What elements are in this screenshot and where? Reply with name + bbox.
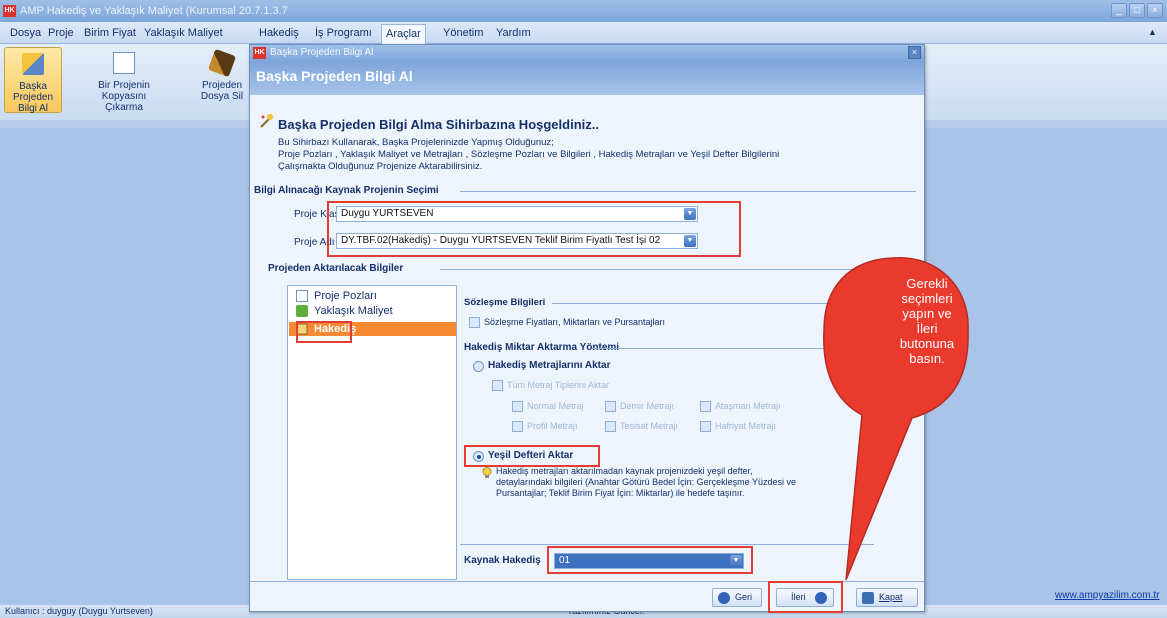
minimize-button[interactable]: _ (1111, 3, 1127, 18)
ribbon-label: Bilgi Al (17, 103, 48, 114)
highlight-box-hakedis (296, 321, 352, 343)
callout-line: İleri (916, 321, 938, 336)
welcome-description: Bu Sihirbazı Kullanarak, Başka Projeleri… (278, 137, 878, 173)
demir-metraj-label: Demir Metrajı (620, 401, 675, 411)
profil-metraj-checkbox[interactable] (512, 421, 523, 432)
menu-proje[interactable]: Proje (44, 22, 78, 44)
close-button-label: Kapat (879, 592, 903, 602)
highlight-box-yesil-defter (464, 445, 600, 467)
tesisat-metraj-label: Tesisat Metrajı (620, 421, 679, 431)
desc-line: Bu Sihirbazı Kullanarak, Başka Projeleri… (278, 137, 554, 148)
status-user: Kullanıcı : duyguy (Duygu Yurtseven) (5, 606, 153, 616)
highlight-box-source-hakedis (547, 546, 753, 574)
menu-bar: Dosya Proje Birim Fiyat Yaklaşık Maliyet… (0, 22, 1167, 45)
callout-line: yapın ve (902, 306, 952, 321)
ribbon-label: Projeden (201, 80, 243, 91)
demir-metraj-checkbox[interactable] (605, 401, 616, 412)
atasman-metraj-checkbox[interactable] (700, 401, 711, 412)
lightbulb-icon (482, 467, 492, 479)
close-dialog-button[interactable]: Kapat (856, 588, 918, 607)
contract-title: Sözleşme Bilgileri (464, 297, 546, 308)
ribbon-label: Kopyasını Çıkarma (101, 91, 147, 113)
callout-text: Gerekli seçimleri yapın ve İleri butonun… (887, 276, 967, 366)
menu-yaklasik-maliyet[interactable]: Yaklaşık Maliyet (140, 22, 227, 44)
profil-metraj-label: Profil Metrajı (527, 421, 578, 431)
tesisat-metraj-checkbox[interactable] (605, 421, 616, 432)
dialog-logo-icon: HK (253, 47, 266, 59)
app-title-bar: HK AMP Hakediş ve Yaklaşık Maliyet (Kuru… (0, 0, 1167, 22)
menu-dosya[interactable]: Dosya (6, 22, 45, 44)
highlight-box-project (327, 201, 741, 257)
hafriyat-metraj-checkbox[interactable] (700, 421, 711, 432)
ribbon-baska-projeden-bilgi-al-button[interactable]: Başka Projeden Bilgi Al (4, 47, 62, 114)
tree-item-label: Proje Pozları (314, 290, 377, 302)
ribbon-label: Bir Projenin (98, 80, 150, 91)
dialog-title-bar: HK Başka Projeden Bilgi Al × (250, 45, 924, 61)
app-title: AMP Hakediş ve Yaklaşık Maliyet (Kurumsa… (20, 5, 288, 17)
menu-yardim[interactable]: Yardım (492, 22, 535, 44)
callout-line: basın. (909, 351, 945, 366)
callout-line: seçimleri (901, 291, 953, 306)
hafriyat-metraj-label: Hafriyat Metrajı (715, 421, 777, 431)
all-types-checkbox[interactable] (492, 380, 503, 391)
dialog-close-button[interactable]: × (908, 46, 921, 59)
source-section-title: Bilgi Alınacağı Kaynak Projenin Seçimi (254, 185, 439, 196)
menu-yonetim[interactable]: Yönetim (439, 22, 487, 44)
dialog-title: Başka Projeden Bilgi Al (270, 47, 374, 58)
menu-hakedis[interactable]: Hakediş (255, 22, 303, 44)
copy-project-icon (113, 52, 135, 74)
menu-is-programi[interactable]: İş Programı (311, 22, 376, 44)
welcome-title: Başka Projeden Bilgi Alma Sihirbazına Ho… (278, 117, 599, 132)
source-hakedis-label: Kaynak Hakediş (464, 555, 541, 566)
desc-line: Çalışmakta Olduğunuz Projenize Aktarabil… (278, 161, 483, 172)
menu-araclar[interactable]: Araçlar (381, 24, 426, 45)
money-icon (296, 305, 308, 317)
ribbon-collapse-icon[interactable]: ▲ (1148, 27, 1157, 37)
desc-line: Proje Pozları , Yaklaşık Maliyet ve Metr… (278, 149, 780, 160)
edit-document-icon (296, 290, 308, 302)
callout-line: Gerekli (906, 276, 948, 291)
arrow-left-icon (718, 592, 730, 604)
website-link[interactable]: www.ampyazilim.com.tr (1055, 590, 1159, 601)
import-icon (22, 53, 44, 75)
divider (460, 191, 916, 192)
broom-icon (207, 48, 237, 78)
back-button[interactable]: Geri (712, 588, 762, 607)
left-pane (0, 128, 262, 605)
all-types-label: Tüm Metraj Tiplerini Aktar (507, 380, 610, 390)
callout-line: butonuna (899, 336, 955, 351)
close-button[interactable]: × (1147, 3, 1163, 18)
ribbon-proje-kopyasi-button[interactable]: Bir Projenin Kopyasını Çıkarma (85, 47, 163, 113)
maximize-button[interactable]: □ (1129, 3, 1145, 18)
ribbon-label: Dosya Sil (200, 91, 244, 102)
normal-metraj-label: Normal Metraj (527, 401, 584, 411)
contract-checkbox-label: Sözleşme Fiyatları, Miktarları ve Pursan… (484, 317, 666, 327)
atasman-metraj-label: Ataşman Metrajı (715, 401, 781, 411)
ribbon-label: Başka Projeden (12, 81, 54, 103)
back-button-label: Geri (735, 592, 753, 602)
app-logo-icon: HK (3, 5, 16, 17)
ribbon-projeden-dosya-sil-button[interactable]: Projeden Dosya Sil (196, 47, 248, 113)
menu-birim-fiyat[interactable]: Birim Fiyat (80, 22, 140, 44)
transfer-section-title: Projeden Aktarılacak Bilgiler (268, 263, 404, 274)
tree-item-label: Yaklaşık Maliyet (314, 305, 393, 317)
radio-hakedis-metraj[interactable] (473, 361, 484, 372)
tree-item-proje-pozlari[interactable]: Proje Pozları (294, 289, 377, 303)
dialog-header: Başka Projeden Bilgi Al (250, 61, 924, 95)
tree-item-yaklasik-maliyet[interactable]: Yaklaşık Maliyet (294, 304, 393, 318)
wizard-wand-icon (258, 113, 274, 129)
normal-metraj-checkbox[interactable] (512, 401, 523, 412)
exit-icon (862, 592, 874, 604)
contract-checkbox[interactable] (469, 317, 480, 328)
radio-hakedis-metraj-label: Hakediş Metrajlarını Aktar (488, 360, 611, 371)
